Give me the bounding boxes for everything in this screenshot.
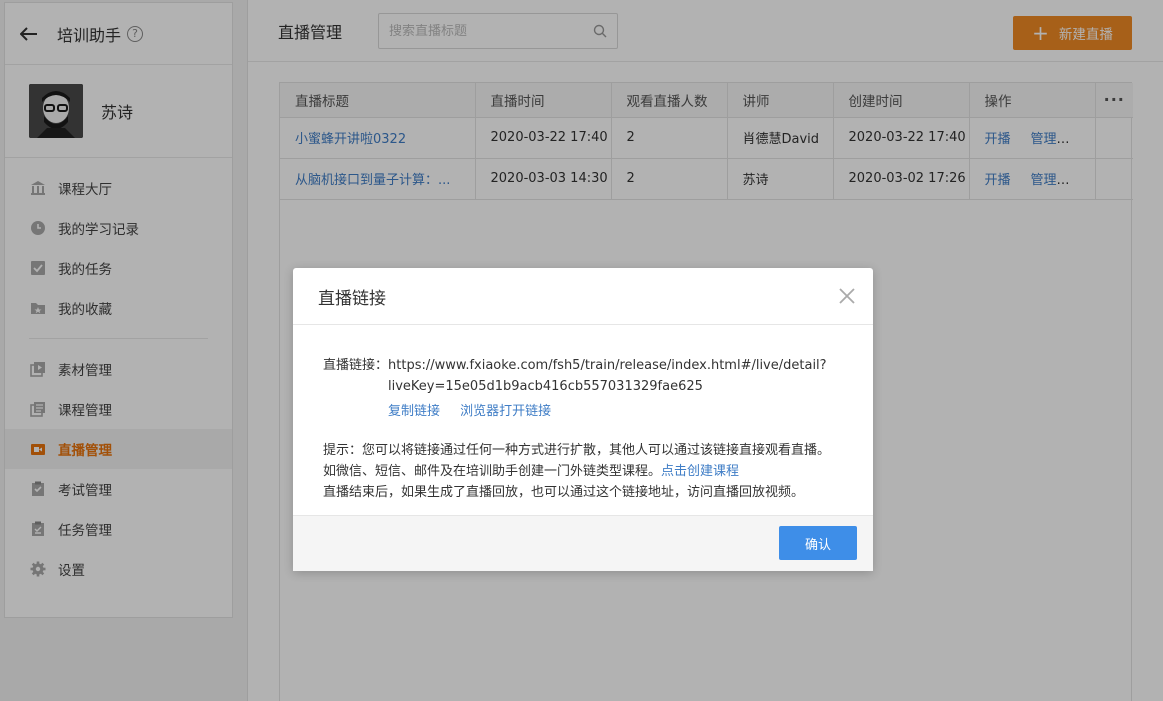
confirm-button[interactable]: 确认: [779, 526, 857, 560]
live-link-url-line2: liveKey=15e05d1b9acb416cb557031329fae625: [388, 379, 703, 394]
copy-link-button[interactable]: 复制链接: [388, 404, 440, 419]
link-actions: 复制链接 浏览器打开链接: [388, 401, 843, 422]
create-course-link[interactable]: 点击创建课程: [661, 464, 739, 479]
dialog-header: 直播链接: [293, 268, 873, 325]
close-icon[interactable]: [839, 288, 855, 304]
open-in-browser-button[interactable]: 浏览器打开链接: [460, 404, 551, 419]
live-link-url: https://www.fxiaoke.com/fsh5/train/relea…: [388, 355, 827, 397]
tips-text: 提示：您可以将链接通过任何一种方式进行扩散，其他人可以通过该链接直接观看直播。 …: [323, 440, 843, 503]
dialog-body: 直播链接： https://www.fxiaoke.com/fsh5/train…: [293, 325, 873, 503]
dialog-title: 直播链接: [318, 288, 386, 309]
tip-line: 提示：您可以将链接通过任何一种方式进行扩散，其他人可以通过该链接直接观看直播。: [323, 443, 831, 458]
tip-text: 如微信、短信、邮件及在培训助手创建一门外链类型课程。: [323, 464, 662, 479]
tip-line: 直播结束后，如果生成了直播回放，也可以通过这个链接地址，访问直播回放视频。: [323, 485, 805, 500]
dialog-footer: 确认: [293, 515, 873, 571]
live-link-url-line1: https://www.fxiaoke.com/fsh5/train/relea…: [388, 358, 827, 373]
live-link-dialog: 直播链接 直播链接： https://www.fxiaoke.com/fsh5/…: [293, 268, 873, 571]
tip-line: 如微信、短信、邮件及在培训助手创建一门外链类型课程。点击创建课程: [323, 461, 843, 482]
link-row: 直播链接： https://www.fxiaoke.com/fsh5/train…: [323, 355, 843, 397]
link-label: 直播链接：: [323, 358, 389, 373]
